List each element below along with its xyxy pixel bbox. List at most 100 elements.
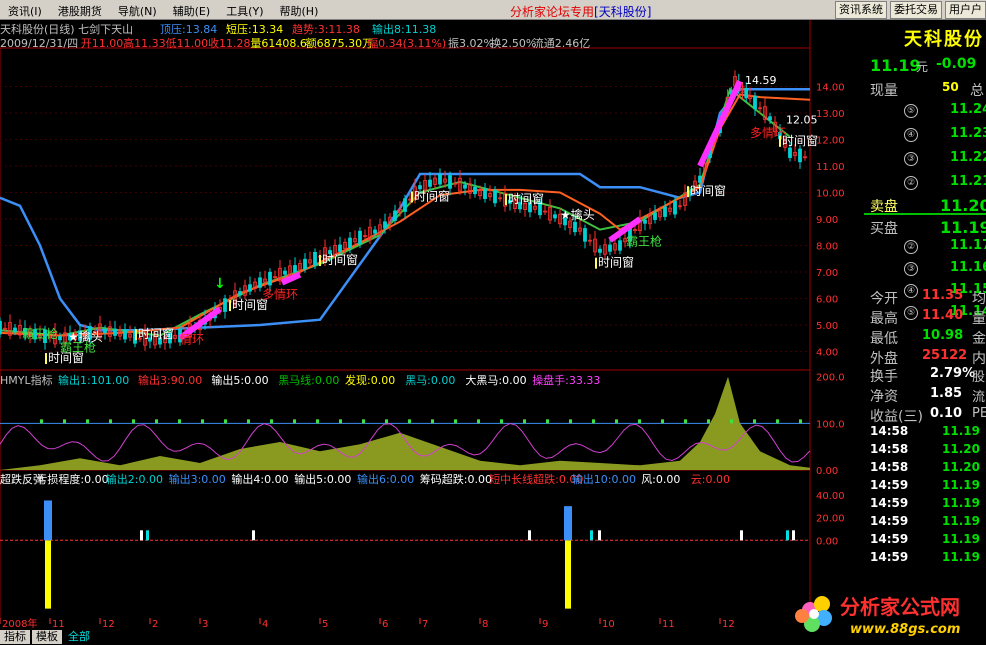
toolbar-button-1[interactable]: 委托交易	[890, 1, 942, 19]
indicator2-tick-bar-2	[252, 530, 255, 541]
candle-body	[223, 298, 227, 312]
signal-label-green-1: 霸王枪	[626, 233, 662, 248]
indicator2-tick-bar-1	[146, 530, 149, 541]
indicator1-marker	[500, 419, 503, 424]
tab-1[interactable]: 模板	[32, 630, 62, 644]
indicator1-marker	[270, 419, 273, 424]
quote-stat2-label-2: 收益(三)	[870, 409, 923, 425]
star-label-1: ★擒头	[560, 207, 595, 222]
quote-sell-level-1: ④	[904, 128, 918, 142]
candle-body	[473, 186, 477, 195]
indicator1-marker	[132, 419, 135, 424]
quote-sell-level-0: ⑤	[904, 104, 918, 118]
menu-item-2[interactable]: 导航(N)	[110, 0, 165, 20]
indicator2-tick-bar-0	[140, 530, 143, 541]
quote-stat2-value-2: 0.10	[930, 406, 963, 421]
indicator2-bar-0	[45, 540, 51, 609]
candle-body	[103, 328, 107, 333]
indicator1-marker	[638, 419, 641, 424]
indicator1-legend-5: 黑马:0.00	[405, 374, 455, 387]
x-axis-label-5: 4	[262, 619, 268, 630]
menu-buttons: 资讯系统 委托交易 用户户	[835, 1, 986, 19]
quote-tick-price-1: 11.20	[942, 442, 980, 456]
indicator1-legend-3: 黑马线:0.00	[278, 373, 339, 387]
candle-body	[113, 328, 117, 336]
indicator1-marker	[684, 419, 687, 424]
time-window-marker-4	[411, 191, 413, 203]
indicator1-marker	[155, 419, 158, 424]
time-window-marker-2	[229, 300, 231, 312]
quote-tick-time-1: 14:58	[870, 442, 909, 456]
candle-body	[643, 219, 647, 224]
indicator2-legend-3: 输出3:0.00	[169, 472, 226, 486]
x-axis-label-4: 3	[202, 619, 208, 630]
quote-tick-row-2: 14:58 11.20	[864, 460, 986, 478]
menu-item-5[interactable]: 帮助(H)	[272, 0, 327, 20]
indicator1-legend-7: 操盘手:33.33	[532, 373, 600, 387]
indicator1-marker	[454, 419, 457, 424]
quote-xianliang-label: 现量	[870, 83, 898, 99]
indicator2-legend-9: 输出10:0.00	[572, 472, 636, 486]
indicator1-marker	[178, 419, 181, 424]
quote-tick-row-5: 14:59 11.19	[864, 514, 986, 532]
time-window-label-5: 时间窗	[508, 192, 544, 206]
main-ytick-4: 10.00	[816, 189, 845, 200]
tab-2[interactable]: 全部	[64, 630, 94, 644]
indicator2-legend-8: 短中长线超跌:0.00	[489, 472, 583, 486]
quote-tick-price-7: 11.19	[942, 550, 980, 564]
candle-body	[293, 265, 297, 273]
candle-body	[238, 291, 242, 296]
tab-0[interactable]: 指标	[0, 630, 30, 644]
indicator2-tick-bar-3	[528, 530, 531, 541]
indicator2-legend-5: 输出5:0.00	[294, 472, 351, 486]
main-legend-3: 输出8:11.38	[372, 22, 436, 36]
menu-item-4[interactable]: 工具(Y)	[218, 0, 271, 20]
candle-body	[798, 148, 802, 163]
quote-xianliang-value: 50	[942, 80, 959, 94]
menu-item-1[interactable]: 港股期货	[50, 0, 110, 20]
indicator2-legend-7: 筹码超跌:0.00	[420, 472, 492, 486]
toolbar-button-2[interactable]: 用户户	[945, 1, 986, 19]
quote-buy-price-1: 11.16	[950, 260, 986, 275]
x-axis-label-10: 9	[542, 619, 548, 630]
candle-body	[313, 251, 317, 266]
indicator1-marker	[592, 419, 595, 424]
indicator1-marker	[546, 419, 549, 424]
x-axis-label-1: 11	[52, 619, 65, 630]
x-axis-label-3: 2	[152, 619, 158, 630]
quote-stat-value-2: 10.98	[922, 328, 964, 343]
window-title-stock: [天科股份]	[594, 5, 652, 19]
quote-stat-value-1: 11.40	[922, 308, 964, 323]
buy-arrow-icon: ↓	[214, 276, 226, 292]
indicator1-marker	[477, 419, 480, 424]
toolbar-button-0[interactable]: 资讯系统	[835, 1, 887, 19]
main-ytick-8: 6.00	[816, 294, 838, 305]
info-item-5: 量61408.6	[250, 37, 307, 50]
indicator1-marker	[753, 419, 756, 424]
quote-stat2-tail-1: 流	[972, 390, 986, 405]
quote-stat2-value-1: 1.85	[930, 386, 963, 401]
quote-stat-label-1: 最高	[870, 311, 898, 327]
quote-tick-time-7: 14:59	[870, 550, 909, 564]
indicator1-marker	[408, 419, 411, 424]
menu-item-0[interactable]: 资讯(I)	[0, 0, 50, 20]
indicator2-tick-bar-6	[740, 530, 743, 541]
quote-zong-label: 总	[970, 83, 984, 99]
peak-price-label: 14.59	[745, 74, 777, 87]
chart-area[interactable]: 天科股份(日线) 七剑下天山 顶压:13.84 短压:13.34 趋势:3:11.38…	[0, 20, 864, 630]
candle-body	[373, 229, 377, 234]
menu-item-3[interactable]: 辅助(E)	[165, 0, 219, 20]
main-legend-2: 趋势:3:11.38	[292, 23, 360, 36]
candle-body	[438, 174, 442, 185]
quote-tick-row-1: 14:58 11.20	[864, 442, 986, 460]
info-item-3: 低11.00	[166, 37, 209, 50]
signal-label-red-1: 情环	[180, 333, 204, 347]
candle-body	[303, 258, 307, 270]
indicator1-legend-4: 发现:0.00	[345, 373, 395, 387]
indicator1-title: HMYL指标	[0, 373, 53, 387]
indicator1-marker	[362, 419, 365, 424]
quote-price: 11.19	[870, 56, 921, 75]
main-ytick-1: 13.00	[816, 109, 845, 120]
x-axis-label-0: 2008年	[2, 617, 37, 630]
indicator1-marker	[109, 419, 112, 424]
